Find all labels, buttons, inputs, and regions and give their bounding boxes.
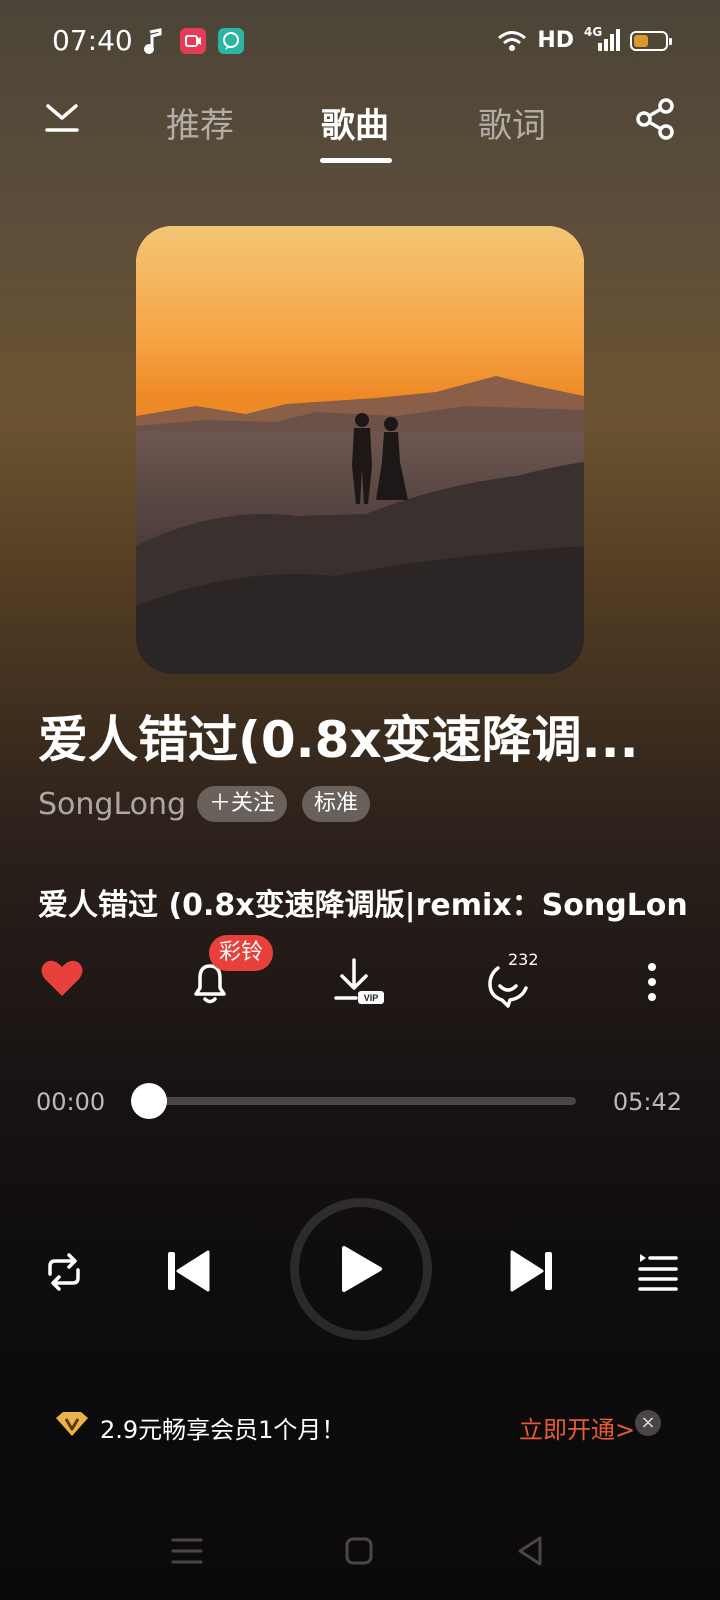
back-nav-icon[interactable] (514, 1534, 546, 1568)
song-subtitle: 爱人错过 (0.8x变速降调版|remix：SongLong) - (38, 888, 688, 923)
current-time: 00:00 (36, 1088, 106, 1116)
share-icon[interactable] (634, 98, 676, 140)
song-title: 爱人错过(0.8x变速降调... (38, 711, 639, 769)
progress-thumb[interactable] (131, 1083, 167, 1119)
collapse-chevron-icon[interactable] (44, 100, 80, 134)
close-banner-button[interactable]: × (635, 1410, 661, 1436)
quality-badge[interactable]: 标准 (302, 786, 371, 822)
signal-icon: 4G (584, 25, 620, 53)
status-right-group: HD 4G (497, 25, 672, 53)
vip-diamond-icon (56, 1412, 88, 1436)
progress-track[interactable] (150, 1097, 576, 1105)
battery-icon (630, 30, 672, 51)
vip-promo-text: 2.9元畅享会员1个月！ (100, 1416, 346, 1444)
menu-nav-icon[interactable] (170, 1536, 204, 1566)
like-heart-icon[interactable] (40, 958, 84, 998)
tab-lyrics[interactable]: 歌词 (478, 98, 546, 147)
tab-recommend[interactable]: 推荐 (166, 98, 234, 147)
previous-track-icon[interactable] (166, 1248, 212, 1294)
play-button[interactable] (290, 1198, 432, 1340)
download-vip-badge: VIP (364, 993, 379, 1003)
chat-app-icon (218, 28, 244, 54)
repeat-icon[interactable] (44, 1252, 84, 1292)
download-icon[interactable]: VIP (334, 956, 386, 1008)
tab-active-underline (320, 158, 392, 163)
status-time: 07:40 (52, 24, 133, 57)
play-icon (342, 1246, 382, 1292)
album-art[interactable] (136, 226, 584, 674)
wifi-icon (498, 30, 527, 51)
playlist-icon[interactable] (638, 1252, 678, 1292)
more-options-icon[interactable] (646, 962, 658, 1002)
artist-name[interactable]: SongLong (38, 787, 186, 822)
vip-open-link[interactable]: 立即开通> (519, 1410, 635, 1445)
network-type: HD (537, 28, 574, 53)
total-time: 05:42 (612, 1088, 682, 1116)
comment-count: 232 (508, 950, 539, 969)
music-note-icon (144, 28, 162, 54)
next-track-icon[interactable] (508, 1248, 554, 1294)
tab-song[interactable]: 歌曲 (321, 98, 389, 147)
status-bar: 07:40 HD 4G (0, 0, 720, 84)
recorder-app-icon (180, 28, 206, 54)
follow-button[interactable]: ＋关注 (197, 786, 288, 822)
home-nav-icon[interactable] (344, 1536, 374, 1566)
ringtone-badge: 彩铃 (209, 935, 274, 971)
